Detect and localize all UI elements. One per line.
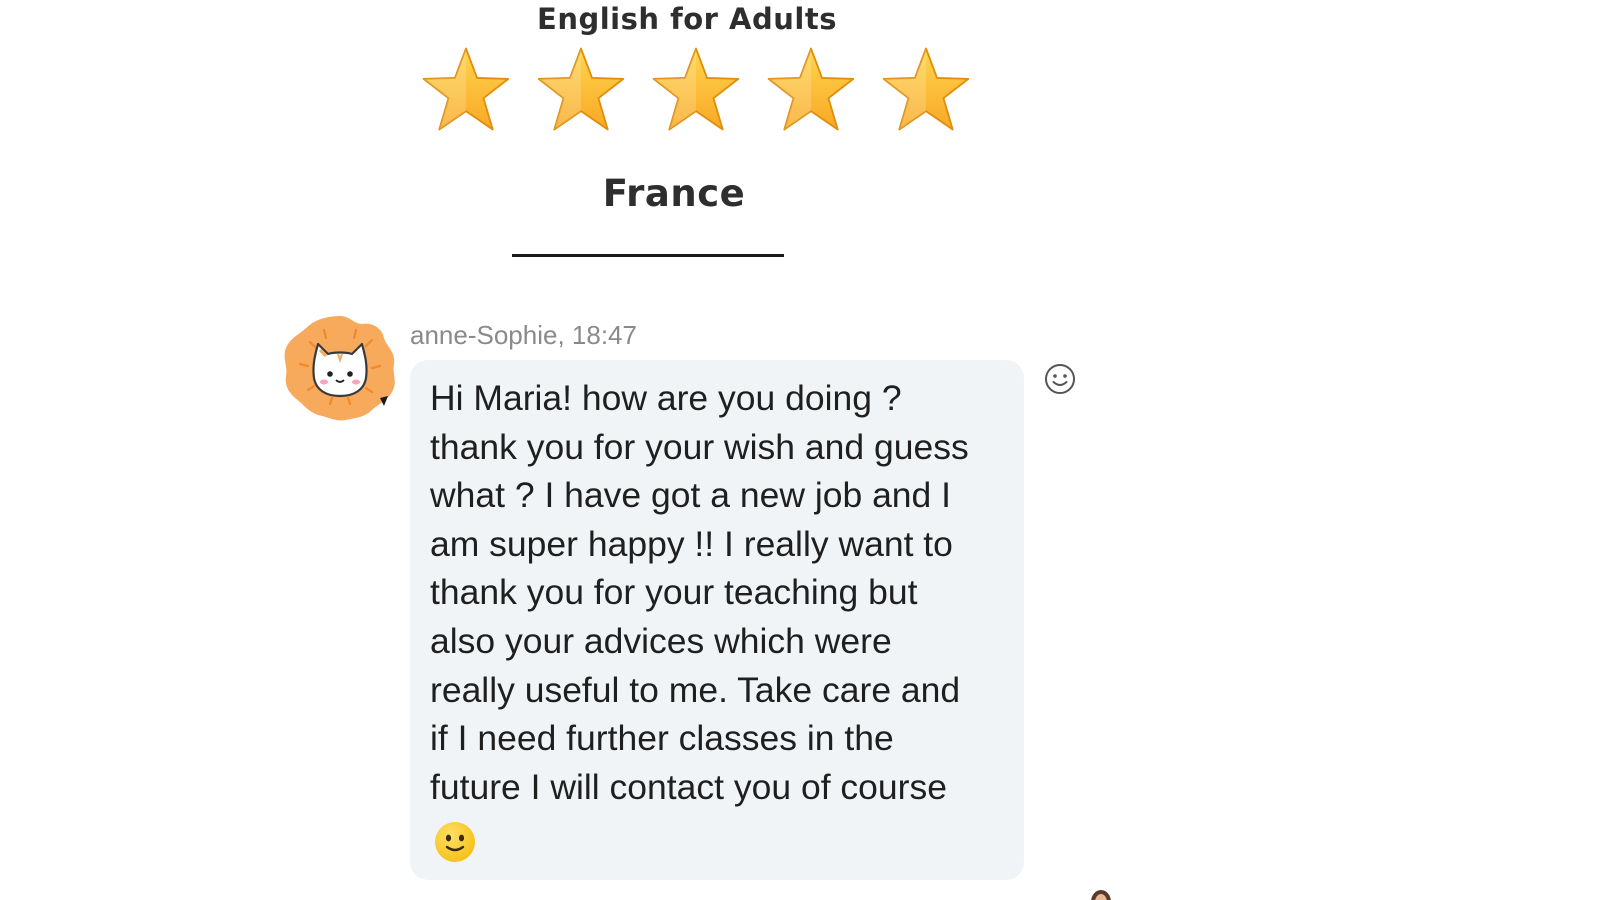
message-text: Hi Maria! how are you doing ? thank you … bbox=[430, 378, 969, 807]
star-icon bbox=[765, 44, 857, 134]
cat-avatar-icon[interactable] bbox=[280, 312, 400, 424]
star-icon bbox=[650, 44, 742, 134]
recipient-avatar bbox=[1086, 886, 1116, 900]
course-title: English for Adults bbox=[537, 2, 837, 36]
star-icon bbox=[420, 44, 512, 134]
slightly-smiling-face-emoji bbox=[433, 820, 477, 864]
star-icon bbox=[880, 44, 972, 134]
review-card: English for Adults France anne-Sophie, 1… bbox=[0, 0, 1600, 900]
smiley-outline-icon[interactable] bbox=[1043, 362, 1077, 396]
star-rating bbox=[420, 44, 980, 134]
divider bbox=[512, 254, 784, 257]
star-icon bbox=[535, 44, 627, 134]
country-label: France bbox=[602, 172, 746, 215]
message-sender-time: anne-Sophie, 18:47 bbox=[410, 320, 637, 350]
